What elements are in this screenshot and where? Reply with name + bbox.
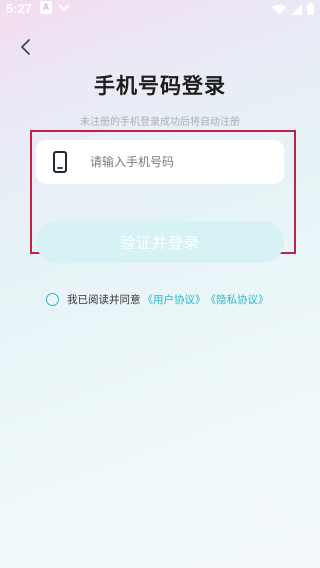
battery-icon [307, 3, 314, 15]
phone-input[interactable] [90, 140, 275, 184]
page-subtitle: 未注册的手机登录成功后将自动注册 [80, 117, 240, 128]
phone-icon [53, 151, 67, 173]
nav-bar [0, 558, 320, 568]
user-agreement-link[interactable]: 《用户协议》 [143, 292, 206, 307]
status-bar: 5:27 A [0, 0, 320, 18]
verify-login-button[interactable]: 验证并登录 [36, 221, 284, 263]
wifi-icon [272, 4, 286, 15]
chevron-left-icon [21, 39, 30, 55]
page-title: 手机号码登录 [94, 74, 226, 98]
agreement-row: 我已阅读并同意 《用户协议》 《隐私协议》 [46, 291, 269, 307]
privacy-policy-link[interactable]: 《隐私协议》 [206, 292, 269, 307]
phone-field[interactable] [36, 140, 284, 184]
back-button[interactable] [14, 35, 38, 59]
signal-icon [291, 3, 302, 15]
notification-a-icon: A [40, 1, 52, 14]
agree-text: 我已阅读并同意 [67, 293, 141, 306]
notification-b-icon [58, 4, 70, 12]
status-icons [272, 2, 314, 16]
agree-radio[interactable] [46, 292, 59, 306]
status-time: 5:27 [6, 1, 33, 16]
